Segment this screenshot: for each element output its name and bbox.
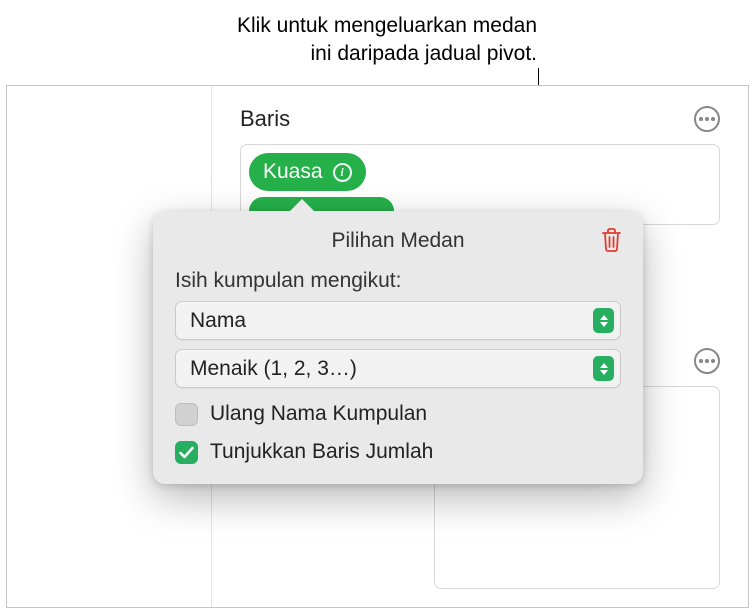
sort-order-select[interactable]: Menaik (1, 2, 3…) [175, 349, 621, 388]
second-section-more [694, 348, 720, 374]
repeat-group-names-checkbox-row[interactable]: Ulang Nama Kumpulan [175, 402, 621, 426]
stepper-icon [593, 356, 614, 381]
trash-icon [600, 227, 623, 253]
show-totals-checkbox[interactable] [175, 441, 198, 464]
sort-by-value: Nama [190, 309, 593, 333]
field-pill-kuasa[interactable]: Kuasa i [249, 153, 366, 191]
repeat-group-names-checkbox[interactable] [175, 403, 198, 426]
rows-section-header: Baris [240, 106, 720, 132]
field-pill-label: Kuasa [263, 160, 323, 184]
more-options-button-2[interactable] [694, 348, 720, 374]
more-options-button[interactable] [694, 106, 720, 132]
repeat-group-names-label: Ulang Nama Kumpulan [210, 402, 427, 426]
callout-line1: Klik untuk mengeluarkan medan [237, 12, 537, 40]
callout-line2: ini daripada jadual pivot. [237, 40, 537, 68]
popover-title: Pilihan Medan [331, 229, 464, 253]
popover-header: Pilihan Medan [175, 229, 621, 253]
check-icon [179, 446, 194, 459]
stepper-icon [593, 308, 614, 333]
field-pill-partial [249, 197, 394, 211]
callout-text: Klik untuk mengeluarkan medan ini daripa… [237, 12, 537, 69]
sort-groups-label: Isih kumpulan mengikut: [175, 269, 621, 293]
sort-order-value: Menaik (1, 2, 3…) [190, 357, 593, 381]
show-totals-checkbox-row[interactable]: Tunjukkan Baris Jumlah [175, 440, 621, 464]
field-options-popover: Pilihan Medan Isih kumpulan mengikut: Na… [153, 211, 643, 484]
delete-field-button[interactable] [600, 227, 623, 258]
info-icon[interactable]: i [333, 163, 352, 182]
rows-section-title: Baris [240, 106, 290, 132]
show-totals-label: Tunjukkan Baris Jumlah [210, 440, 433, 464]
sort-by-select[interactable]: Nama [175, 301, 621, 340]
